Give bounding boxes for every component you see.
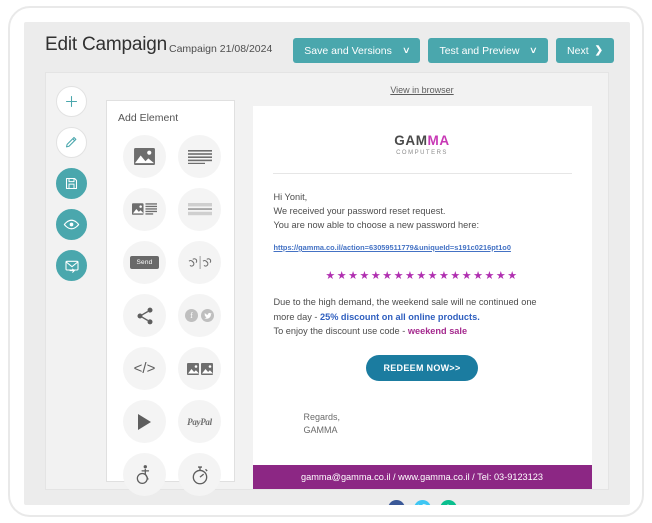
element-accessibility[interactable] (123, 453, 166, 496)
next-label: Next (567, 44, 589, 57)
page-title: Edit Campaign (45, 34, 168, 55)
logo-part-1: GAM (394, 133, 428, 148)
element-gallery[interactable] (178, 347, 221, 390)
promo-line-3: To enjoy the discount use code - weekend… (274, 324, 571, 339)
element-divider[interactable] (178, 188, 221, 231)
promo-discount-highlight: 25% discount on all online products. (319, 311, 480, 322)
rail-item-send-test[interactable] (56, 250, 87, 281)
rail-item-edit[interactable] (56, 127, 87, 158)
floppy-disk-icon (65, 177, 78, 190)
promo-line-2: more day - 25% discount on all online pr… (274, 310, 571, 325)
element-image-text[interactable] (123, 188, 166, 231)
element-html-code[interactable]: </> (123, 347, 166, 390)
chevron-down-icon: ∨ (529, 45, 539, 55)
app-screen: Edit Campaign Campaign 21/08/2024 Save a… (24, 22, 630, 505)
save-and-versions-label: Save and Versions (304, 44, 392, 57)
next-button[interactable]: Next ❯ (556, 38, 614, 63)
signature-line-1: Regards, (303, 411, 341, 422)
divider-bars-icon (187, 203, 212, 216)
body-line-1: We received your password reset request. (273, 206, 446, 216)
text-lines-icon (187, 149, 212, 164)
email-preview: View in browser GAMMA COMPUTERS Hi Yonit… (246, 85, 598, 505)
rail-item-preview[interactable] (56, 209, 87, 240)
pencil-icon (65, 136, 77, 148)
promo-line-1: Due to the high demand, the weekend sale… (273, 297, 537, 307)
plus-icon (65, 95, 78, 108)
signature-line-2: GAMMA (303, 424, 338, 435)
logo-subtitle: COMPUTERS (396, 150, 448, 156)
save-and-versions-button[interactable]: Save and Versions ∨ (293, 38, 421, 63)
promo-line-2-prefix: more day - (273, 311, 320, 322)
image-icon (134, 147, 155, 166)
chevron-right-icon: ❯ (594, 45, 603, 56)
element-button[interactable]: Send (123, 241, 166, 284)
eye-icon (63, 219, 80, 230)
star-divider: ★★★★★★★★★★★★★★★★★ (325, 270, 519, 282)
link-split-icon (188, 256, 211, 269)
brand-logo: GAMMA COMPUTERS (253, 106, 592, 162)
promo-line-3-prefix: To enjoy the discount use code - (273, 326, 408, 336)
header-actions: Save and Versions ∨ Test and Preview ∨ N… (293, 38, 614, 63)
send-button-icon: Send (129, 256, 160, 269)
add-element-panel: Add Element Send f </> PayPal (106, 100, 235, 496)
editor-workspace: Add Element Send f </> PayPal View in br… (45, 72, 609, 505)
rail-item-add[interactable] (56, 86, 87, 117)
accessibility-icon (136, 465, 150, 484)
element-timer[interactable] (178, 453, 221, 496)
campaign-name-label: Campaign 21/08/2024 (169, 43, 273, 55)
signature: Regards, GAMMA (274, 387, 571, 437)
element-text[interactable] (178, 135, 221, 178)
add-element-title: Add Element (118, 112, 179, 124)
gallery-icon (186, 362, 213, 375)
test-and-preview-button[interactable]: Test and Preview ∨ (428, 38, 549, 63)
promo-text: Due to the high demand, the weekend sale… (274, 295, 571, 339)
email-body: Hi Yonit, We received your password rese… (253, 174, 592, 465)
cta-container: REDEEM NOW>> (274, 354, 571, 381)
test-and-preview-label: Test and Preview (439, 44, 520, 57)
view-in-browser-link[interactable]: View in browser (246, 85, 598, 95)
email-canvas: GAMMA COMPUTERS Hi Yonit, We received yo… (252, 106, 592, 489)
rail-item-save[interactable] (56, 168, 87, 199)
home-button[interactable] (439, 499, 457, 505)
element-video[interactable] (123, 400, 166, 443)
redeem-now-button[interactable]: REDEEM NOW>> (366, 354, 478, 381)
add-element-grid: Send f </> PayPal (117, 135, 227, 496)
social-links-row (246, 499, 598, 505)
element-image[interactable] (123, 135, 166, 178)
app-header: Edit Campaign Campaign 21/08/2024 Save a… (24, 22, 630, 74)
twitter-button[interactable] (413, 499, 431, 505)
facebook-icon (395, 504, 398, 505)
promo-code: weekend sale (407, 326, 468, 336)
device-frame: Edit Campaign Campaign 21/08/2024 Save a… (8, 6, 644, 517)
password-reset-link[interactable]: https://gamma.co.il/action=63059511779&u… (274, 243, 511, 252)
logo-wordmark: GAMMA (253, 133, 592, 148)
code-icon: </> (133, 360, 156, 377)
element-share[interactable] (123, 294, 166, 337)
share-icon (137, 307, 152, 324)
twitter-icon (417, 504, 427, 505)
chevron-down-icon: ∨ (401, 45, 411, 55)
email-footer-bar: gamma@gamma.co.il / www.gamma.co.il / Te… (252, 464, 592, 489)
element-social-follow[interactable]: f (178, 294, 221, 337)
social-follow-icon: f (185, 309, 214, 322)
home-icon (447, 504, 449, 505)
element-paypal[interactable]: PayPal (178, 400, 221, 443)
image-text-icon (132, 202, 157, 215)
facebook-mini-icon: f (185, 309, 198, 322)
timer-icon (192, 465, 208, 484)
envelope-arrow-icon (64, 260, 79, 273)
play-icon (138, 413, 151, 430)
body-line-2: You are now able to choose a new passwor… (273, 220, 480, 230)
logo-part-2: MA (427, 133, 450, 148)
paypal-icon: PayPal (187, 416, 212, 427)
email-post-footer: Remove|Report spam (246, 489, 598, 505)
tool-rail (56, 86, 96, 281)
element-split-link[interactable] (178, 241, 221, 284)
greeting-text: Hi Yonit, (273, 192, 308, 202)
twitter-mini-icon (201, 309, 214, 322)
facebook-button[interactable] (387, 499, 405, 505)
